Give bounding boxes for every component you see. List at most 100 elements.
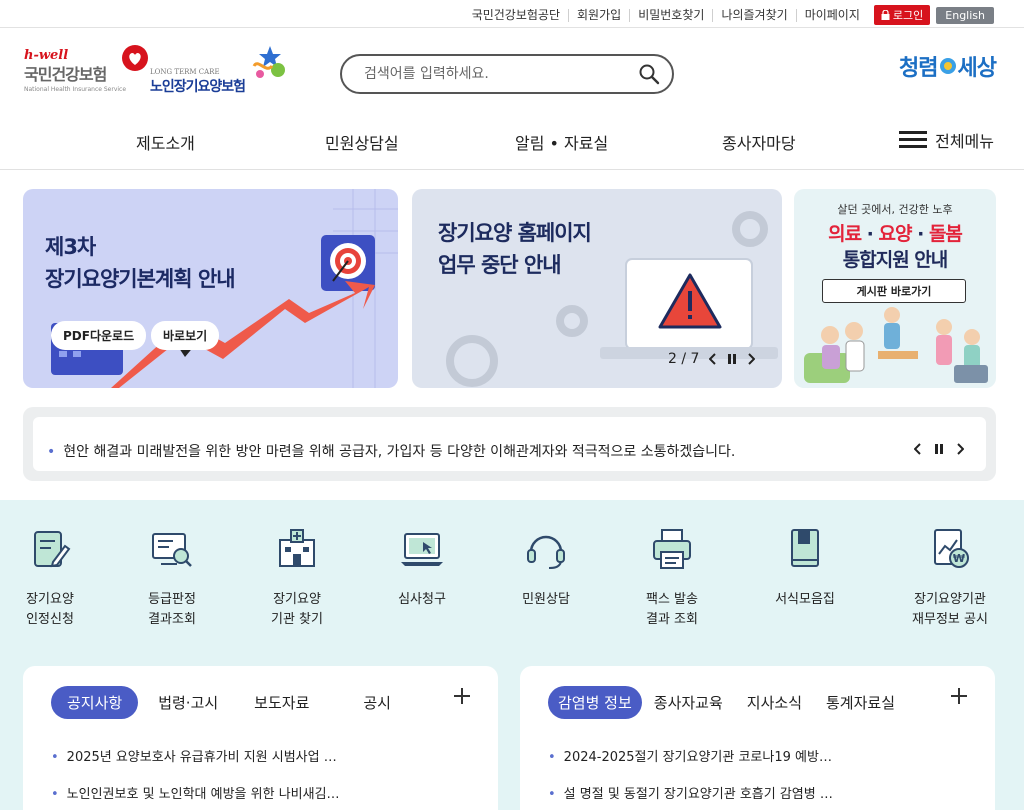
site-header: h-well 국민건강보험 National Health Insurance … [0,28,1024,118]
lock-icon [881,10,890,20]
quick-label: 서식모음집 [775,592,835,607]
quick-label: 민원상담 [522,592,570,607]
hospital-icon [279,529,315,567]
svg-text:₩: ₩ [953,552,965,565]
notice-board-tabs: 공지사항 법령·고시 보도자료 공시 [51,686,411,719]
tab-notice[interactable]: 공지사항 [51,686,139,719]
tab-statistics[interactable]: 통계자료실 [818,686,903,719]
more-plus-icon[interactable] [454,688,470,704]
monitor-search-icon [152,533,192,567]
login-button[interactable]: 로그인 [873,5,931,25]
ticker-next-icon[interactable] [956,443,964,455]
tab-press[interactable]: 보도자료 [238,686,325,719]
ticker-controls [914,443,964,455]
all-menu-button[interactable]: 전체메뉴 [899,128,994,152]
care-illustration [804,307,988,383]
tab-branch-news[interactable]: 지사소식 [735,686,814,719]
utility-bar: 국민건강보험공단 회원가입 비밀번호찾기 나의즐겨찾기 마이페이지 로그인 En… [0,0,1024,28]
banner-integrated-care[interactable]: 살던 곳에서, 건강한 노후 의료 · 요양 · 돌봄 통합지원 안내 게시판 … [794,189,996,388]
notice-board: 공지사항 법령·고시 보도자료 공시 2025년 요양보호사 유급휴가비 지원 … [23,666,498,810]
search-input[interactable] [364,66,638,82]
main-navigation: 제도소개 민원상담실 알림 • 자료실 종사자마당 전체메뉴 [0,118,1024,170]
quick-ltc-application[interactable]: 장기요양인정신청 [0,526,110,630]
banner-ltc-plan-line2: 장기요양기본계획 안내 [45,267,236,291]
nav-worker-square[interactable]: 종사자마당 [722,130,796,154]
list-item[interactable]: 2024-2025절기 장기요양기관 코로나19 예방… [548,746,833,765]
quick-grade-result[interactable]: 등급판정 결과조회 [112,526,232,630]
banner-ltc-plan-line1: 제3차 [45,235,96,259]
list-item[interactable]: 2025년 요양보호사 유급휴가비 지원 시범사업 … [51,746,340,765]
banner-integrated-care-line1: 의료 · 요양 · 돌봄 [828,223,963,245]
tab-law[interactable]: 법령·고시 [142,686,234,719]
banner-service-halt-line2: 업무 중단 안내 [438,253,562,277]
book-icon [791,529,819,567]
notice-ticker: 현안 해결과 미래발전을 위한 방안 마련을 위해 공급자, 가입자 등 다양한… [23,407,996,481]
link-find-password[interactable]: 비밀번호찾기 [630,8,714,22]
quick-form-collection[interactable]: 서식모음집 [745,526,865,610]
more-plus-icon[interactable] [951,688,967,704]
quick-label: 재무정보 공시 [912,612,988,627]
link-signup[interactable]: 회원가입 [569,8,631,22]
english-button[interactable]: English [936,6,994,24]
list-item[interactable]: 설 명절 및 동절기 장기요양기관 호흡기 감염병 … [548,783,833,802]
search-icon[interactable] [638,63,660,85]
quick-label: 결과 조회 [646,612,698,627]
notice-post-list: 2025년 요양보호사 유급휴가비 지원 시범사업 … 노인인권보호 및 노인학… [51,746,340,810]
tab-disclosure[interactable]: 공시 [347,686,407,719]
fax-printer-icon [653,529,691,569]
pause-icon[interactable] [727,353,737,365]
tab-infection-info[interactable]: 감염병 정보 [548,686,642,719]
banner-ltc-plan[interactable]: 제3차 장기요양기본계획 안내 PDF다운로드 바로보기 [23,189,398,388]
banner-pager: 2 / 7 [668,351,756,367]
quick-financial-disclosure[interactable]: ₩ 장기요양기관 재무정보 공시 [890,526,1010,630]
quick-label: 장기요양 [26,592,74,607]
quick-review-request[interactable]: 심사청구 [362,526,482,610]
laptop-cursor-icon [401,533,443,566]
hamburger-icon [899,131,928,149]
nav-civil-service[interactable]: 민원상담실 [325,130,399,154]
chevron-right-icon[interactable] [747,353,756,365]
ticker-prev-icon[interactable] [914,443,922,455]
notice-ticker-body: 현안 해결과 미래발전을 위한 방안 마련을 위해 공급자, 가입자 등 다양한… [33,417,986,471]
view-now-button[interactable]: 바로보기 [151,321,220,350]
ticker-text[interactable]: 현안 해결과 미래발전을 위한 방안 마련을 위해 공급자, 가입자 등 다양한… [47,441,735,461]
quick-label: 등급판정 [148,592,196,607]
quick-civil-consult[interactable]: 민원상담 [486,526,606,610]
nav-notice-data[interactable]: 알림 • 자료실 [515,130,608,154]
quick-find-institution[interactable]: 장기요양기관 찾기 [237,526,357,630]
utility-links: 국민건강보험공단 회원가입 비밀번호찾기 나의즐겨찾기 마이페이지 로그인 En… [464,5,994,25]
quick-label: 기관 찾기 [271,612,323,627]
all-menu-label: 전체메뉴 [935,132,994,151]
board-shortcut-button[interactable]: 게시판 바로가기 [822,279,966,303]
info-board-tabs: 감염병 정보 종사자교육 지사소식 통계자료실 [548,686,907,719]
banner-integrated-care-title: 의료 · 요양 · 돌봄 통합지원 안내 [794,221,996,273]
ticker-pause-icon[interactable] [934,443,944,455]
quick-label: 심사청구 [398,592,446,607]
banner-service-halt[interactable]: 장기요양 홈페이지 업무 중단 안내 2 / 7 [412,189,782,388]
list-item[interactable]: 노인인권보호 및 노인학대 예방을 위한 나비새김… [51,783,340,802]
quick-menu-section: 장기요양 인정신청 등급판정 결과조회 장기요양 기관 찾기 심사청구 민원상담… [0,500,1024,810]
link-favorites[interactable]: 나의즐겨찾기 [713,8,797,22]
banner-service-halt-title: 장기요양 홈페이지 업무 중단 안내 [438,217,592,281]
login-label: 로그인 [892,9,924,22]
nav-system-intro[interactable]: 제도소개 [136,130,195,154]
document-pen-icon [34,531,71,568]
banner-integrated-care-sub: 살던 곳에서, 건강한 노후 [837,203,953,216]
heart-logo-icon [122,45,148,71]
nhis-logo[interactable]: h-well 국민건강보험 National Health Insurance … [24,45,152,100]
ltc-logo[interactable]: LONG TERM CARE 노인장기요양보험 [150,46,290,102]
pdf-download-button[interactable]: PDF다운로드 [51,321,147,350]
link-nhis[interactable]: 국민건강보험공단 [464,8,570,22]
quick-label: 장기요양 [273,592,321,607]
chevron-left-icon[interactable] [709,353,717,365]
link-mypage[interactable]: 마이페이지 [797,8,868,22]
slogan-right: 세상 [957,56,997,81]
banner-service-halt-line1: 장기요양 홈페이지 [438,221,592,245]
quick-fax-result[interactable]: 팩스 발송 결과 조회 [612,526,732,630]
slogan-dot-icon [939,58,956,74]
ltc-star-icon [252,46,285,78]
quick-label: 인정신청 [26,612,74,627]
tab-worker-education[interactable]: 종사자교육 [646,686,731,719]
integrity-slogan[interactable]: 청렴 세상 [899,50,997,82]
banner-ltc-plan-title: 제3차 장기요양기본계획 안내 [45,231,236,295]
